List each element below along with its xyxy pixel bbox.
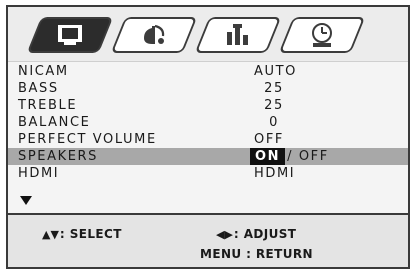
hint-select-text: : SELECT (59, 227, 122, 241)
left-right-arrows-icon: ◀▶ (216, 227, 233, 241)
row-value: 25 (254, 80, 294, 97)
up-down-arrows-icon: ▲▼ (42, 227, 59, 241)
row-label: BASS (18, 81, 59, 96)
row-label: TREBLE (18, 98, 78, 113)
hint-adjust-text: : ADJUST (233, 227, 297, 241)
menu-row-balance[interactable]: BALANCE 0 (8, 114, 408, 131)
menu-row-bass[interactable]: BASS 25 (8, 80, 408, 97)
option-off[interactable]: / OFF (287, 149, 329, 164)
menu-row-perfect-volume[interactable]: PERFECT VOLUME OFF (8, 131, 408, 148)
menu-tab-bar (8, 7, 408, 62)
hint-return: MENU : RETURN (200, 247, 313, 261)
row-value: 25 (254, 97, 294, 114)
hint-return-text: MENU : RETURN (200, 247, 313, 261)
tab-timer[interactable] (278, 17, 366, 53)
tv-osd-menu: NICAM AUTO BASS 25 TREBLE 25 BALANCE 0 P… (6, 5, 410, 269)
sound-icon (138, 22, 170, 48)
down-triangle-icon[interactable] (20, 196, 32, 205)
audio-settings-list: NICAM AUTO BASS 25 TREBLE 25 BALANCE 0 P… (8, 63, 408, 182)
value-number: 25 (264, 98, 284, 113)
option-on-selected[interactable]: ON (250, 148, 286, 165)
value-number: 0 (269, 115, 279, 130)
row-value: 0 (254, 114, 294, 131)
setup-icon (222, 22, 254, 48)
hint-adjust: ◀▶ : ADJUST (216, 227, 296, 241)
value-number: 25 (264, 81, 284, 96)
menu-row-treble[interactable]: TREBLE 25 (8, 97, 408, 114)
row-value: HDMI (254, 166, 296, 181)
menu-row-speakers[interactable]: SPEAKERS ON / OFF (8, 148, 408, 165)
row-label: BALANCE (18, 115, 91, 130)
hint-select: ▲▼ : SELECT (42, 227, 122, 241)
key-hint-footer: ▲▼ : SELECT ◀▶ : ADJUST MENU : RETURN (8, 215, 408, 267)
timer-icon (306, 22, 338, 48)
menu-row-hdmi[interactable]: HDMI HDMI (8, 165, 408, 182)
tab-sound[interactable] (110, 17, 198, 53)
row-label: SPEAKERS (18, 149, 99, 164)
row-label: HDMI (18, 166, 60, 181)
tab-picture[interactable] (26, 17, 114, 53)
row-label: PERFECT VOLUME (18, 132, 157, 147)
tab-setup[interactable] (194, 17, 282, 53)
picture-icon (54, 22, 86, 48)
speakers-toggle[interactable]: ON / OFF (250, 148, 329, 165)
row-value: OFF (254, 132, 284, 147)
row-label: NICAM (18, 64, 69, 79)
menu-row-nicam[interactable]: NICAM AUTO (8, 63, 408, 80)
row-value: AUTO (254, 64, 297, 79)
